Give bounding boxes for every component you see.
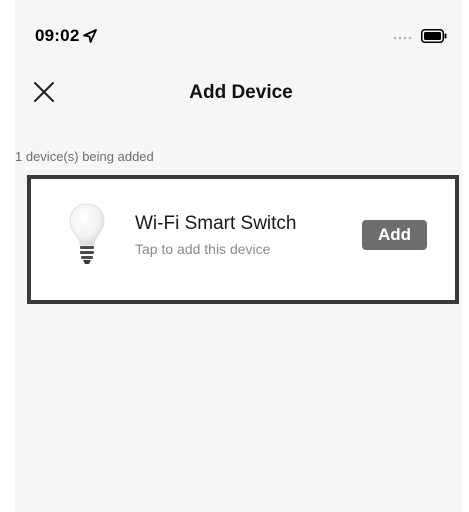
device-card[interactable]: Wi-Fi Smart Switch Tap to add this devic… xyxy=(27,175,459,304)
signal-dots-icon xyxy=(393,36,412,40)
device-name: Wi-Fi Smart Switch xyxy=(135,213,297,234)
light-bulb-icon xyxy=(69,203,105,264)
app-screen: 09:02 Add Device 1 device(s) being added xyxy=(15,0,462,512)
section-label: 1 device(s) being added xyxy=(15,149,154,164)
add-device-button[interactable]: Add xyxy=(362,220,427,250)
nav-bar: Add Device xyxy=(15,72,462,116)
device-hint: Tap to add this device xyxy=(135,241,271,257)
battery-icon xyxy=(421,29,447,43)
status-bar: 09:02 xyxy=(15,0,462,60)
location-arrow-icon xyxy=(83,29,98,43)
status-time-text: 09:02 xyxy=(35,26,80,45)
device-card-body: Wi-Fi Smart Switch Tap to add this devic… xyxy=(31,179,455,300)
status-time: 09:02 xyxy=(35,26,98,46)
page-title: Add Device xyxy=(189,82,293,103)
